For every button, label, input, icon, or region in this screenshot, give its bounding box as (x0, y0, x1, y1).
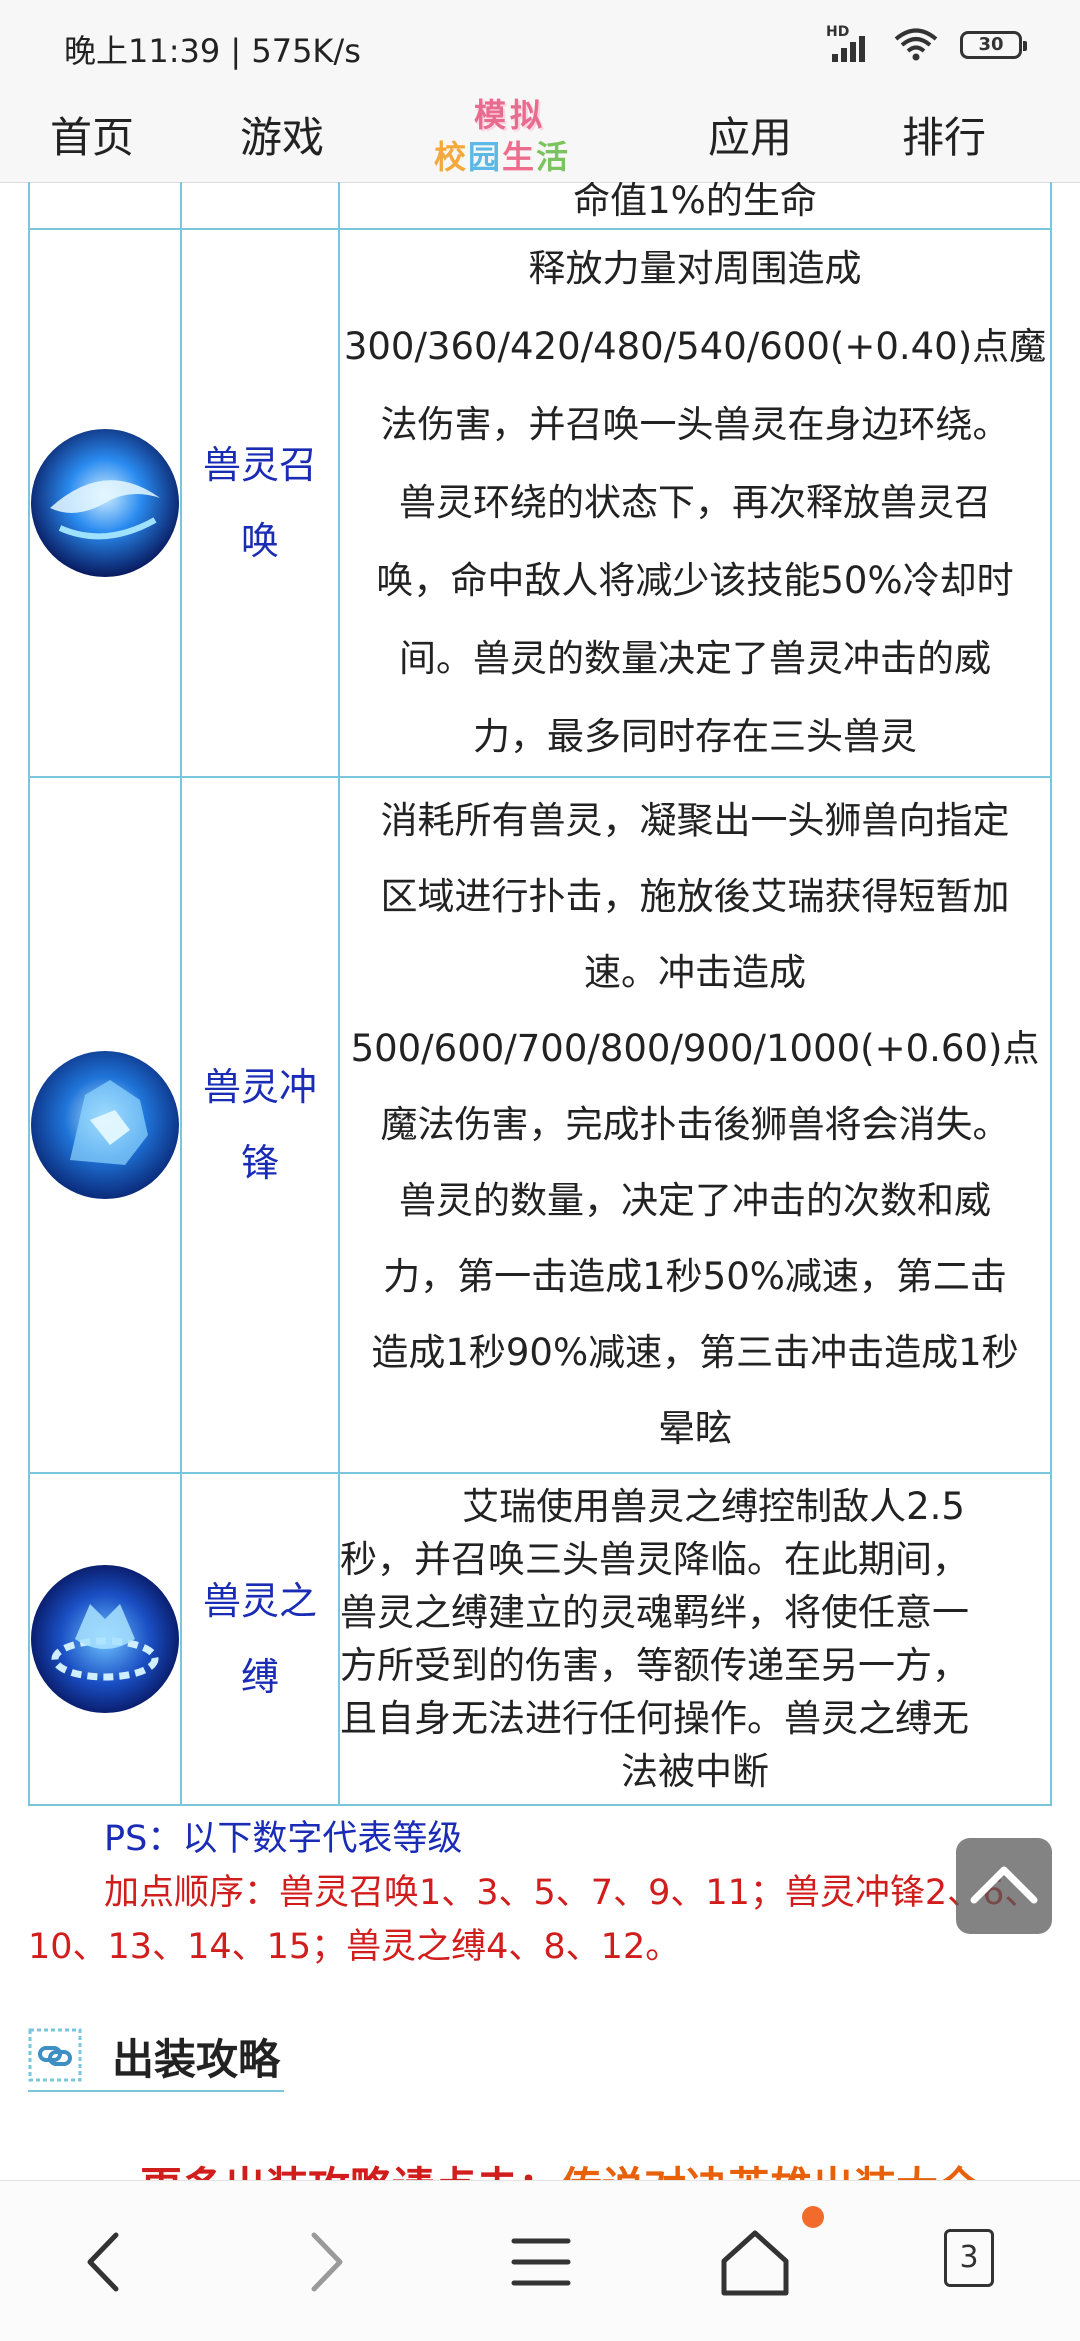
section-title: 出装攻略 (112, 2035, 281, 2084)
section-heading: 出装攻略 (28, 2020, 284, 2092)
nav-ranking[interactable]: 排行 (902, 104, 986, 165)
back-button[interactable] (60, 2217, 150, 2307)
menu-button[interactable] (496, 2217, 586, 2307)
back-to-top-button[interactable] (956, 1838, 1052, 1934)
status-bar: 晚上11:39 | 575K/s HD 30 (0, 0, 1080, 92)
skill-description: 艾瑞使用兽灵之缚控制敌人2.5 秒，并召唤三头兽灵降临。在此期间， 兽灵之缚建立… (338, 1472, 1052, 1806)
top-nav: 首页 游戏 模拟 校园生活 应用 排行 (0, 92, 1080, 183)
more-build-link-line: 更多出装攻略请点击：传说对决英雄出装大全 (140, 2154, 980, 2180)
table-row: 兽灵之缚 艾瑞使用兽灵之缚控制敌人2.5 秒，并召唤三头兽灵降临。在此期间， 兽… (28, 1472, 1052, 1806)
link-icon (28, 2028, 82, 2082)
table-row: 兽灵冲锋 消耗所有兽灵，凝聚出一头狮兽向指定 区域进行扑击，施放後艾瑞获得短暂加… (28, 776, 1052, 1474)
table-row: 兽灵召唤 释放力量对周围造成 300/360/420/480/540/600(+… (28, 228, 1052, 778)
skill-order-text: 加点顺序：兽灵召唤1、3、5、7、9、11；兽灵冲锋2、6、10、13、14、1… (28, 1873, 1040, 1967)
table-row: 命值1%的生命 (28, 182, 1052, 230)
skill-name: 兽灵冲锋 (180, 776, 340, 1474)
more-build-prefix: 更多出装攻略请点击： (140, 2163, 560, 2180)
forward-button[interactable] (280, 2217, 370, 2307)
logo-text-top: 模拟 (474, 96, 547, 134)
skill-description: 消耗所有兽灵，凝聚出一头狮兽向指定 区域进行扑击，施放後艾瑞获得短暂加 速。冲击… (338, 776, 1052, 1474)
build-guide-link[interactable]: 传说对决英雄出装大全 (560, 2163, 980, 2180)
battery-icon: 30 (960, 31, 1027, 59)
browser-bottom-bar: 3 (0, 2180, 1080, 2341)
status-time: 晚上11:39 | 575K/s (64, 32, 361, 70)
nav-apps[interactable]: 应用 (708, 104, 792, 165)
home-button[interactable] (710, 2217, 800, 2307)
nav-games[interactable]: 游戏 (240, 104, 324, 165)
tab-count-badge: 3 (944, 2229, 994, 2287)
skill-description: 释放力量对周围造成 300/360/420/480/540/600(+0.40)… (338, 228, 1052, 778)
beast-bond-skill-icon (31, 1565, 179, 1713)
tabs-button[interactable]: 3 (938, 2217, 1028, 2307)
status-icons: HD 30 (826, 24, 1027, 62)
beast-summon-skill-icon (31, 429, 179, 577)
nav-home[interactable]: 首页 (50, 104, 134, 165)
article-content: 命值1%的生命 兽灵召唤 释放力量对周围造成 300/360/420/480/5… (0, 182, 1080, 2180)
skill-name: 兽灵召唤 (180, 228, 340, 778)
table-cell-desc: 命值1%的生命 (338, 182, 1052, 230)
chevron-up-icon (970, 1866, 1038, 1904)
notification-dot (802, 2206, 824, 2228)
ps-note: PS：以下数字代表等级 (104, 1819, 463, 1859)
signal-icon: HD (826, 24, 872, 62)
beast-charge-skill-icon (31, 1051, 179, 1199)
skill-name: 兽灵之缚 (180, 1472, 340, 1806)
skills-table: 命值1%的生命 兽灵召唤 释放力量对周围造成 300/360/420/480/5… (28, 182, 1052, 1806)
wifi-icon (894, 28, 938, 61)
site-logo[interactable]: 模拟 校园生活 (432, 92, 602, 182)
logo-text-bottom: 校园生活 (434, 138, 571, 176)
